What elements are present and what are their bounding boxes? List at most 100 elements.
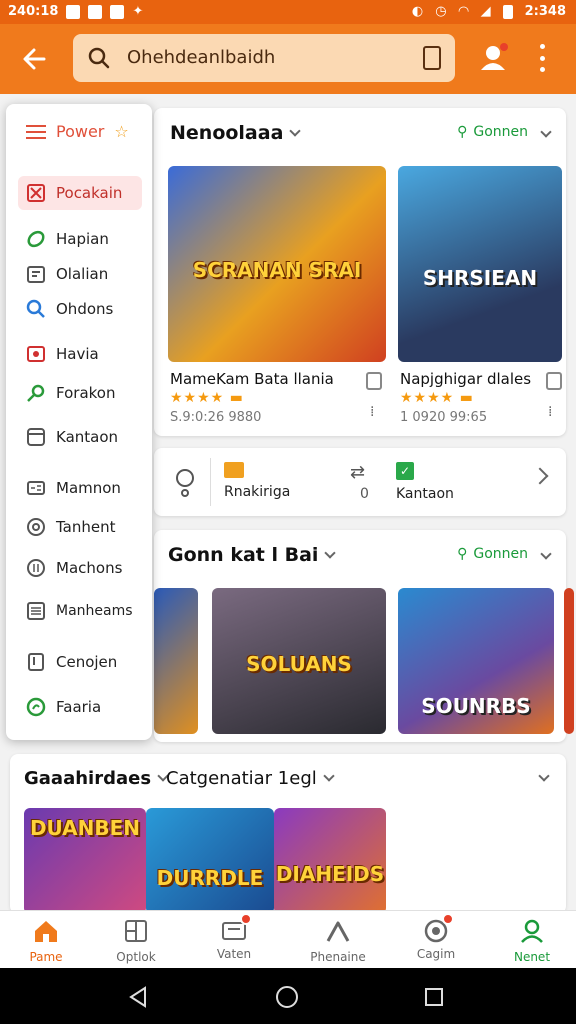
action-count[interactable]: 0 [360,486,369,502]
nav-optlok[interactable]: Optlok [100,915,172,964]
bottom-navigation: Pame Optlok Vaten Phenaine Cagim Nenet [0,910,576,968]
package-icon [27,184,45,202]
drawer-item-kantaon[interactable]: Kantaon [18,420,142,454]
nav-cagim[interactable]: Cagim [400,913,472,961]
game-name[interactable]: MameKam Bata llania [170,370,334,388]
game-tile[interactable] [154,588,198,734]
check-icon: ✓ [396,462,414,480]
game-tile[interactable]: DIAHEIDS [274,808,386,914]
drawer-item-mamnon[interactable]: Mamnon [18,471,142,505]
profile-icon [521,919,543,943]
bookmark-icon[interactable] [546,372,562,390]
drawer-item-faaria[interactable]: Faaria [18,690,142,724]
game-tile[interactable]: DURRDLE [146,808,274,914]
game-art-title: DUANBEN [29,816,141,840]
drawer-item-machons[interactable]: Machons [18,551,142,585]
game-art-title: DIAHEIDS [275,862,385,886]
game-art-title: SHRSIEAN [422,266,538,290]
drawer-item-tanhent[interactable]: Tanhent [18,510,142,544]
system-navigation-bar [0,968,576,1024]
drawer-item-manheams[interactable]: Manheams [18,594,142,628]
nav-phenaine[interactable]: Phenaine [302,915,374,964]
search-icon: ⚲ [457,546,468,562]
search-bar[interactable]: Ohehdeanlbaidh [73,34,455,82]
section-title: Nenoolaaa [170,122,284,144]
chevron-right-icon[interactable] [531,467,549,485]
action-kantaon[interactable]: Kantaon [396,486,454,502]
at-icon [27,518,45,536]
category-section: Gonn kat l Bai ⚲ Gonnen SOLUANS SOUNRBS [154,530,574,742]
video-icon [27,346,45,362]
menu-icon[interactable] [26,124,46,139]
chevron-down-icon[interactable] [538,770,550,782]
status-bar: 240:18 ✦ ◐ ◷ ◠ ◢ 2:348 [0,0,576,24]
person-icon [326,921,350,942]
chevron-down-icon [540,548,552,560]
game-tile[interactable]: SOLUANS [212,588,386,734]
sync-icon[interactable] [172,466,198,498]
more-icon[interactable]: ⁞ [370,404,374,420]
section-see-all-link[interactable]: ⚲ Gonnen [457,546,552,562]
nfc-icon: ◐ [411,4,424,19]
game-art-title: SOUNRBS [421,694,531,718]
navigation-drawer: Power ☆ Pocakain Hapian Olalian Ohdons H… [6,104,152,740]
drawer-header: Power ☆ [26,122,129,141]
voice-search-icon[interactable] [423,46,441,70]
star-icon: ☆ [114,122,129,141]
drawer-item-forakon[interactable]: Forakon [18,376,142,410]
wifi-icon: ◠ [458,4,469,19]
section-title-right[interactable]: Catgenatiar 1egl [166,768,317,789]
chevron-down-icon[interactable] [323,770,335,782]
chevron-down-icon[interactable] [324,547,337,559]
drawer-item-havia[interactable]: Havia [18,337,142,371]
search-icon [88,47,110,69]
account-icon[interactable] [478,42,508,72]
game-meta: 1 0920 99:65 [400,410,488,425]
status-time-left: 240:18 [8,4,59,19]
rating-stars: ★★★★ ▬ [170,390,244,406]
catalog-section: Gaaahirdaes Catgenatiar 1egl DUANBEN DUR… [10,754,566,914]
more-options-icon[interactable] [536,44,548,72]
chevron-down-icon[interactable] [289,125,302,137]
divider [210,458,211,506]
more-icon[interactable]: ⁞ [548,404,552,420]
game-tile[interactable] [564,588,574,734]
ranking-icon [224,462,244,478]
action-ranking[interactable]: Rnakiriga [224,484,290,500]
back-arrow-icon[interactable] [18,42,52,76]
id-card-icon [27,481,45,495]
nav-pame[interactable]: Pame [10,915,82,964]
home-button-icon[interactable] [275,985,299,1009]
drawer-item-ohdons[interactable]: Ohdons [18,292,142,326]
drawer-item-olalian[interactable]: Olalian [18,257,142,291]
drawer-title: Power [56,122,105,141]
recents-icon[interactable] [424,987,444,1007]
transfer-icon: ⇄ [350,462,366,483]
game-tile[interactable]: SOUNRBS [398,588,554,734]
game-tile[interactable]: SCRANAN SRAI [168,166,386,362]
game-name[interactable]: Napjghigar dlales [400,370,531,388]
notification-badge [442,913,454,925]
bookmark-icon[interactable] [366,372,382,390]
drawer-item-pocakain[interactable]: Pocakain [18,176,142,210]
app-icon [110,4,125,19]
battery-icon [502,4,513,19]
drawer-item-cenojen[interactable]: Cenojen [18,645,142,679]
nav-nenet[interactable]: Nenet [496,915,568,964]
back-icon[interactable] [128,986,148,1008]
leaf-icon [27,230,45,248]
nav-vaten[interactable]: Vaten [198,913,270,961]
game-tile[interactable]: DUANBEN [24,808,146,914]
game-tile[interactable]: SHRSIEAN [398,166,562,362]
top-app-bar: Ohehdeanlbaidh [0,24,576,94]
search-input[interactable]: Ohehdeanlbaidh [127,47,275,68]
action-row: Rnakiriga ⇄ 0 ✓ Kantaon [154,448,566,516]
tag-icon [27,559,45,577]
key-icon [27,384,45,402]
section-title-left[interactable]: Gaaahirdaes [24,768,151,789]
section-see-all-link[interactable]: ⚲ Gonnen [457,124,552,140]
game-meta: S.9:0:26 9880 [170,410,262,425]
search-icon [26,299,45,318]
drawer-item-hapian[interactable]: Hapian [18,222,142,256]
phone-icon [28,653,44,671]
